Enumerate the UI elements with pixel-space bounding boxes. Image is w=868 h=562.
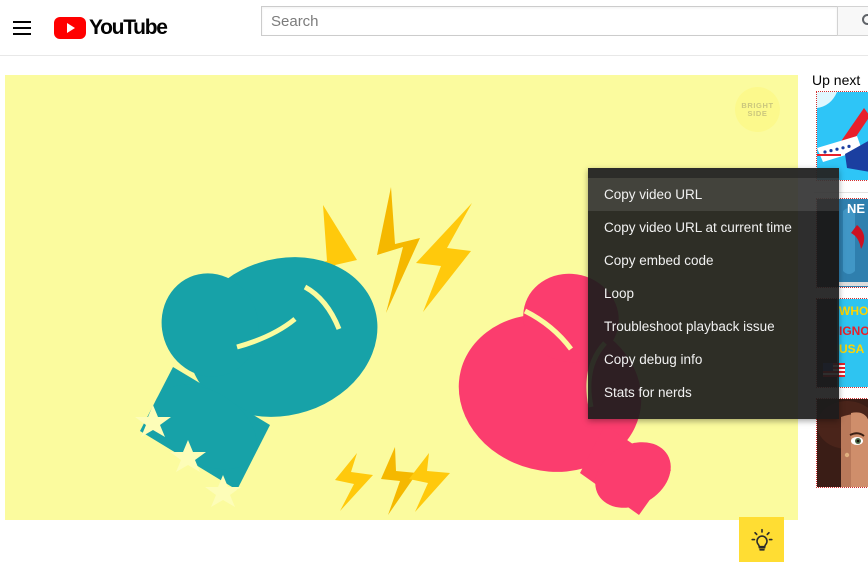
context-menu-item-label: Stats for nerds [604,385,692,400]
context-menu-item-label: Troubleshoot playback issue [604,319,775,334]
context-menu-top-strip [588,168,839,178]
video-context-menu[interactable]: Copy video URL Copy video URL at current… [588,168,839,419]
context-menu-item-copy-video-url[interactable]: Copy video URL [588,178,839,211]
context-menu-item-copy-video-url-at-current-time[interactable]: Copy video URL at current time [588,211,839,244]
context-menu-item-label: Copy debug info [604,352,702,367]
guide-toggle-button[interactable] [2,8,42,48]
context-menu-item-copy-embed-code[interactable]: Copy embed code [588,244,839,277]
youtube-play-icon [54,17,86,39]
search-button[interactable] [837,6,868,36]
search-input[interactable] [261,6,837,36]
lightning-bolt-group-bottom [335,447,450,515]
channel-watermark[interactable]: BRIGHT SIDE [735,87,780,132]
context-menu-item-copy-debug-info[interactable]: Copy debug info [588,343,839,376]
svg-text:USA: USA [839,342,865,356]
lightbulb-button[interactable] [739,517,784,562]
masthead: YouTube [0,0,868,56]
left-boxing-glove [138,233,398,490]
svg-text:WHO: WHO [839,304,868,318]
svg-text:IGNO: IGNO [839,324,868,338]
context-menu-item-label: Copy video URL at current time [604,220,792,235]
context-menu-item-label: Copy embed code [604,253,714,268]
context-menu-item-loop[interactable]: Loop [588,277,839,310]
context-menu-item-label: Copy video URL [604,187,702,202]
youtube-logo[interactable]: YouTube [54,16,167,40]
youtube-wordmark: YouTube [89,16,167,40]
page-body: BRIGHT SIDE Copy video URL Copy video UR… [0,56,868,535]
context-menu-item-troubleshoot-playback-issue[interactable]: Troubleshoot playback issue [588,310,839,343]
up-next-title: Up next [812,68,868,92]
search-bar [261,6,868,36]
context-menu-item-stats-for-nerds[interactable]: Stats for nerds [588,376,839,409]
hamburger-menu-icon [13,21,31,35]
svg-text:NE: NE [847,201,865,216]
watermark-line-2: SIDE [748,110,768,118]
context-menu-item-label: Loop [604,286,634,301]
search-icon [862,14,868,29]
airplane-thumbnail[interactable] [817,92,868,180]
lightbulb-icon [749,527,775,553]
